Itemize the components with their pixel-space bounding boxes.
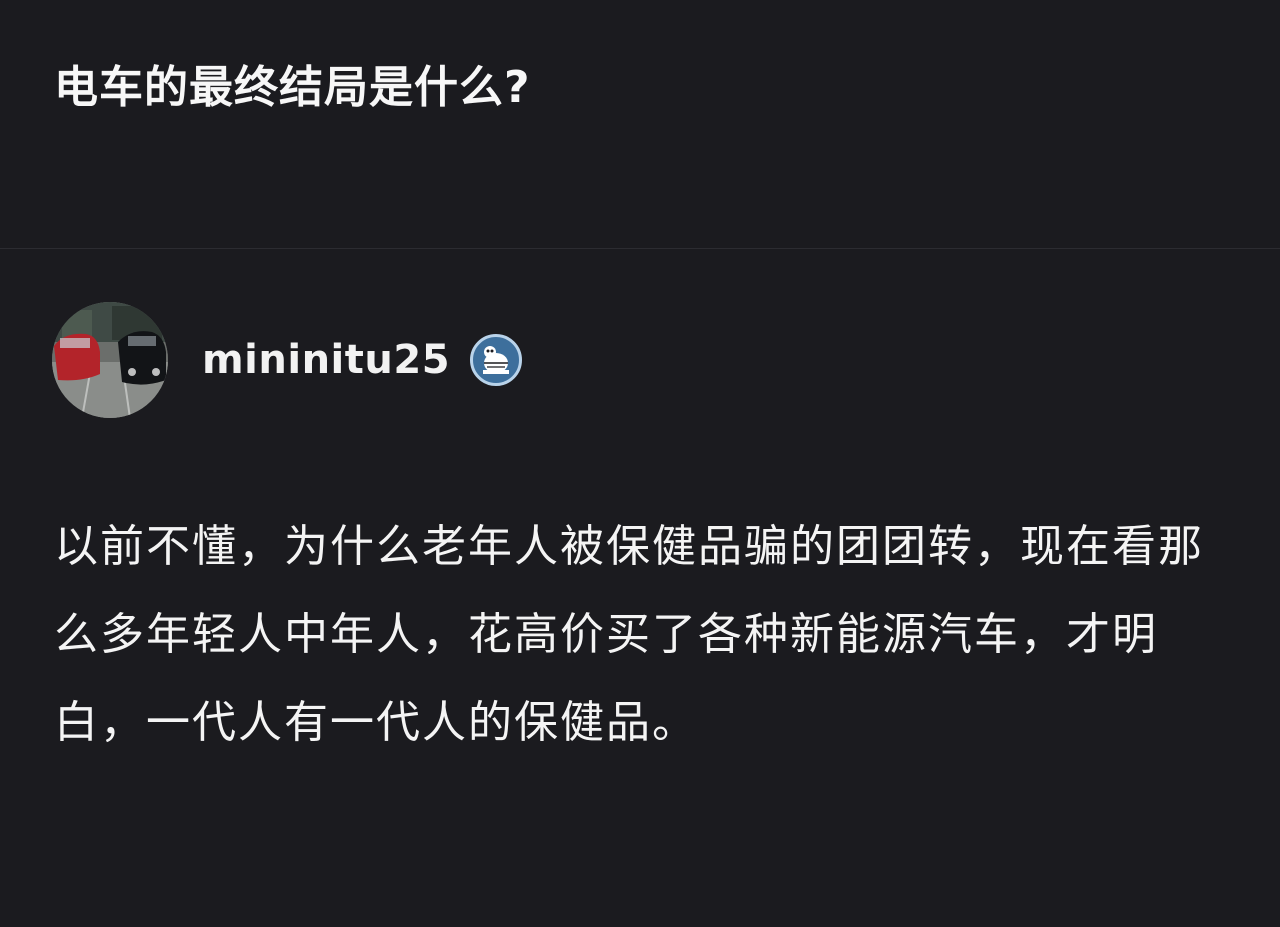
cartoon-badge-icon	[470, 334, 523, 386]
answer-author[interactable]: mininitu25	[52, 300, 523, 420]
divider	[0, 248, 1280, 249]
avatar[interactable]	[52, 302, 168, 418]
author-username[interactable]: mininitu25	[202, 337, 450, 383]
question-header: 电车的最终结局是什么?	[0, 0, 1280, 248]
question-title[interactable]: 电车的最终结局是什么?	[54, 56, 531, 120]
avatar-cars-photo	[52, 302, 168, 418]
answer-text: 以前不懂，为什么老年人被保健品骗的团团转，现在看那么多年轻人中年人，花高价买了各…	[54, 521, 1204, 748]
